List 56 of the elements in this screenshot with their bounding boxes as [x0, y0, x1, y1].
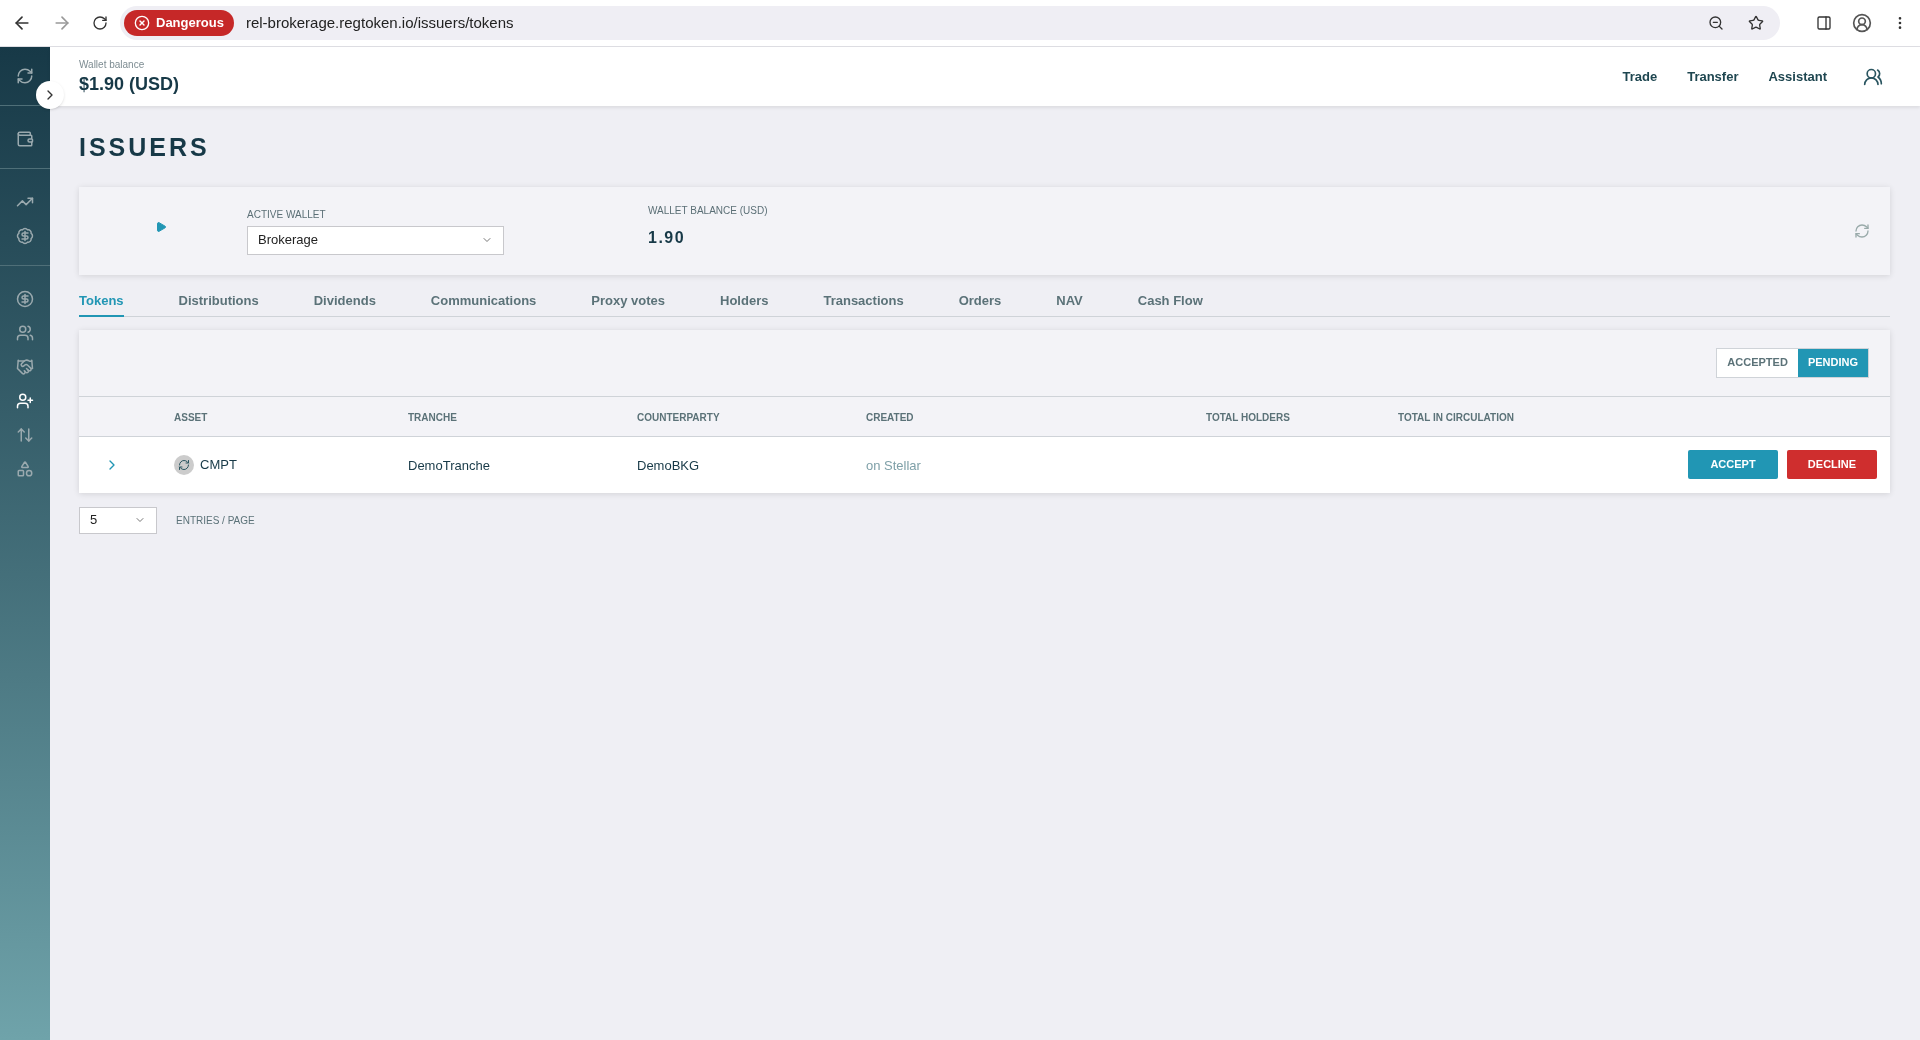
wallet-balance-value: 1.90 [648, 228, 687, 248]
bookmark-star-icon[interactable] [1748, 15, 1764, 31]
profile-avatar-icon[interactable] [1852, 13, 1872, 33]
column-header: TOTAL HOLDERS [1206, 412, 1290, 423]
tab[interactable]: Transactions [823, 286, 904, 317]
table-cell: DemoBKG [637, 457, 700, 473]
active-wallet-label: ACTIVE WALLET [247, 207, 327, 222]
tab[interactable]: Proxy votes [591, 286, 666, 317]
danger-badge[interactable]: Dangerous [124, 10, 234, 36]
user-arrow-icon[interactable] [16, 392, 34, 410]
tab[interactable]: Distributions [178, 286, 259, 317]
accept-button[interactable]: ACCEPT [1688, 450, 1778, 479]
column-header: COUNTERPARTY [637, 412, 720, 423]
column-header: ASSET [174, 412, 208, 423]
dollar-coin-icon[interactable] [16, 290, 34, 308]
entries-per-page-label: ENTRIES / PAGE [176, 513, 255, 528]
nav-link[interactable]: Trade [1622, 66, 1658, 87]
zoom-icon[interactable] [1708, 15, 1724, 31]
address-bar[interactable]: Dangerous rel-brokerage.regtoken.io/issuers/tokens [120, 6, 1780, 40]
users-icon[interactable] [1863, 66, 1883, 87]
page-size-select[interactable]: 5 [79, 506, 157, 534]
table-cell-text: CMPT [200, 455, 237, 474]
page-title: ISSUERS [79, 132, 211, 163]
shapes-icon[interactable] [16, 460, 34, 478]
url-text: rel-brokerage.regtoken.io/issuers/tokens [245, 12, 514, 33]
tab[interactable]: Orders [958, 286, 1002, 317]
tab[interactable]: Tokens [79, 286, 124, 317]
play-icon[interactable] [155, 220, 167, 233]
up-down-arrows-icon[interactable] [16, 426, 34, 444]
tab[interactable]: Dividends [313, 286, 376, 317]
filter-toggle[interactable]: ACCEPTED [1717, 348, 1798, 377]
tab[interactable]: Cash Flow [1137, 286, 1203, 317]
handshake-icon[interactable] [16, 358, 34, 376]
wallet-select[interactable]: Brokerage [247, 225, 504, 255]
decline-button[interactable]: DECLINE [1787, 450, 1877, 479]
column-header: TRANCHE [408, 412, 457, 423]
nav-link[interactable]: Transfer [1687, 66, 1739, 87]
wallet-balance-label: WALLET BALANCE (USD) [648, 204, 768, 218]
side-panel-icon[interactable] [1816, 15, 1832, 31]
refresh-icon[interactable] [16, 67, 34, 85]
column-header: TOTAL IN CIRCULATION [1398, 412, 1514, 423]
users-icon[interactable] [16, 324, 34, 342]
table-cell: DemoTranche [408, 457, 490, 473]
tab[interactable]: Holders [720, 286, 769, 317]
asset-logo-icon [174, 454, 194, 475]
balance-value: $1.90 (USD) [79, 73, 180, 96]
nav-link[interactable]: Assistant [1768, 66, 1827, 87]
filter-toggle[interactable]: PENDING [1797, 348, 1868, 377]
column-header: CREATED [866, 412, 914, 423]
dollar-chart-icon[interactable] [16, 227, 34, 245]
tab[interactable]: NAV [1056, 286, 1083, 317]
table-cell: on Stellar [866, 457, 921, 473]
reload-icon[interactable] [92, 15, 108, 31]
tab[interactable]: Communications [430, 286, 537, 317]
wallet-icon[interactable] [16, 130, 34, 148]
balance-label: Wallet balance [79, 58, 146, 72]
